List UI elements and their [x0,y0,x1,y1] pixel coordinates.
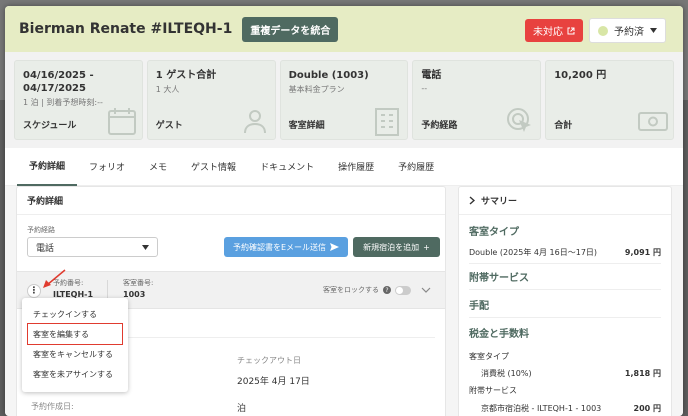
card-label: 合計 [554,121,573,131]
menu-item-edit-room[interactable]: 客室を編集する [27,323,123,345]
city-tax-amount: 200 円 [633,404,661,413]
annotation-arrow-icon [43,269,66,288]
reservation-modal: Bierman Renate #ILTEQH-1 重複データを統合 未対応 予約… [5,6,683,416]
tab-folio[interactable]: フォリオ [77,148,137,186]
card-label: スケジュール [23,121,77,131]
divider [469,263,661,264]
city-tax-row: 京都市宿泊税 - ILTEQH-1 - 1003 200 円 [469,403,661,414]
route-select[interactable]: 電話 [27,237,158,257]
card-label: ゲスト [155,121,183,131]
header-actions: 未対応 予約済 [525,18,666,43]
tax-sub-label: 客室タイプ [469,352,509,361]
summary-title: サマリー [481,197,518,207]
room-type-heading: 客室タイプ [469,227,519,238]
room-line: Double (2025年 4月 16日〜17日) 9,091 円 [469,247,661,258]
card-main: 電話 [421,70,442,81]
checkout-value: 2025年 4月 17日 [237,377,310,387]
status-label: 予約済 [614,27,644,38]
tax-heading: 税金と手数料 [469,329,529,340]
card-guests[interactable]: 1 ゲスト合計 1 大人 ゲスト [146,60,276,140]
tab-guest-info[interactable]: ゲスト情報 [179,148,248,186]
tab-documents[interactable]: ドキュメント [248,148,326,186]
card-sub: 1 大人 [155,85,180,94]
external-link-icon [567,27,575,34]
chevron-down-icon[interactable] [421,287,431,293]
lock-toggle[interactable] [395,285,411,295]
help-icon[interactable]: ? [383,286,391,294]
nights-value: 泊 [237,404,247,414]
tab-notes[interactable]: メモ [137,148,179,186]
merge-duplicates-button[interactable]: 重複データを統合 [242,16,339,42]
room-action-menu: チェックインする 客室を編集する 客室をキャンセルする 客室を未アサインする [22,298,128,392]
chevron-right-icon [469,196,475,205]
email-confirmation-button[interactable]: 予約確認書をEメール送信 [224,237,348,257]
people-icon [243,110,266,134]
modal-header: Bierman Renate #ILTEQH-1 重複データを統合 未対応 予約… [5,6,683,52]
caret-down-icon [142,244,149,250]
unhandled-badge[interactable]: 未対応 [525,19,583,42]
calendar-icon [107,108,136,135]
city-tax-label: 京都市宿泊税 - ILTEQH-1 - 1003 [481,404,602,413]
room-line-label: Double (2025年 4月 16日〜17日) [469,248,598,257]
card-schedule[interactable]: 04/16/2025 - 04/17/2025 1 泊 | 到着予想時刻:-- … [14,60,143,140]
money-icon [637,112,668,131]
room-number-field: 客室番号: 1003 [123,278,153,299]
room-line-amount: 9,091 円 [624,248,661,257]
room-number-value: 1003 [123,290,146,299]
summary-cards: 04/16/2025 - 04/17/2025 1 泊 | 到着予想時刻:-- … [5,52,683,148]
unhandled-label: 未対応 [533,27,563,38]
divider [469,289,661,290]
guest-title: Bierman Renate #ILTEQH-1 [19,21,233,37]
status-dropdown[interactable]: 予約済 [589,18,666,43]
caret-down-icon [650,28,657,33]
addon-subheading: 附帯サービス [469,385,661,396]
send-icon [330,243,340,251]
addon-heading: 附帯サービス [469,273,529,284]
card-label: 客室詳細 [288,121,325,131]
room-lock-control: 客室をロックする ? [323,285,431,295]
menu-item-cancel-room[interactable]: 客室をキャンセルする [22,344,128,364]
card-main: Double (1003) [288,70,369,81]
card-route[interactable]: 電話 -- 予約経路 [412,60,542,140]
card-sub: 基本料金プラン [288,85,345,94]
card-total[interactable]: 10,200 円 合計 [545,60,674,140]
created-label: 予約作成日: [31,402,74,411]
status-dot-icon [598,25,608,36]
tab-activity-log[interactable]: 操作履歴 [326,148,386,186]
add-stay-button[interactable]: 新規宿泊を追加 + [353,237,440,257]
tab-bar: 予約詳細 フォリオ メモ ゲスト情報 ドキュメント 操作履歴 予約履歴 [5,148,683,186]
tab-reservation-details[interactable]: 予約詳細 [17,148,78,186]
route-label: 予約経路 [27,226,55,234]
tab-reservation-history[interactable]: 予約履歴 [386,148,446,186]
card-main: 04/16/2025 - 04/17/2025 [23,70,94,94]
consumption-tax-row: 消費税 (10%) 1,818 円 [469,368,661,379]
summary-header[interactable]: サマリー [459,187,671,215]
addon-sub-label: 附帯サービス [469,386,517,395]
consumption-tax-amount: 1,818 円 [624,369,661,378]
cursor-icon [507,108,532,132]
checkout-label: チェックアウト日 [237,356,301,365]
card-main: 1 ゲスト合計 [155,70,217,81]
menu-item-check-in[interactable]: チェックインする [22,304,128,324]
consumption-tax-label: 消費税 (10%) [481,369,532,378]
kebab-menu-icon[interactable]: ⋮ [27,284,41,298]
card-sub: -- [421,84,428,93]
summary-panel: サマリー 客室タイプ Double (2025年 4月 16日〜17日) 9,0… [458,186,672,416]
card-room[interactable]: Double (1003) 基本料金プラン 客室詳細 [279,60,409,140]
divider [469,317,661,318]
card-main: 10,200 円 [554,70,607,81]
room-number-label: 客室番号: [123,279,154,287]
tax-subheading: 客室タイプ [469,351,661,362]
menu-item-unassign-room[interactable]: 客室を未アサインする [22,364,128,384]
building-icon [375,108,400,136]
route-value: 電話 [36,243,55,254]
panel-title: 予約詳細 [17,187,445,215]
adjustments-heading: 手配 [469,301,489,312]
add-button-label: 新規宿泊を追加 [363,242,420,252]
card-label: 予約経路 [421,121,458,131]
lock-label: 客室をロックする [323,286,379,294]
email-button-label: 予約確認書をEメール送信 [232,242,327,252]
plus-icon: + [423,242,430,252]
